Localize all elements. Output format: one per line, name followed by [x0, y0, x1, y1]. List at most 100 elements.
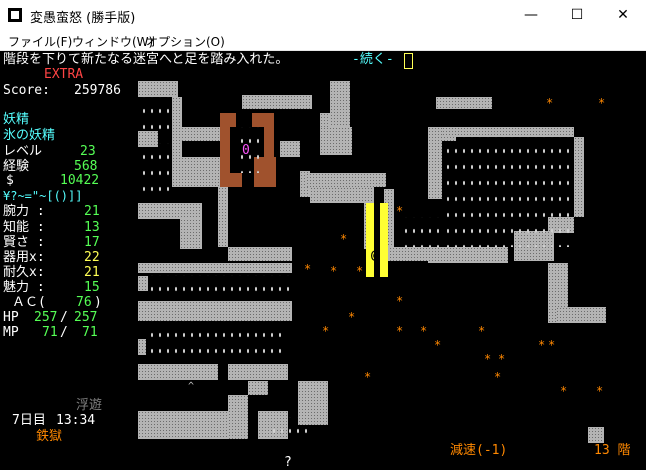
floor	[268, 417, 308, 437]
str-value: 21	[84, 204, 100, 219]
wall	[428, 127, 442, 199]
mp-current: 71	[42, 325, 58, 340]
wall	[280, 141, 300, 157]
mp-max: 71	[82, 325, 98, 340]
chr-value: 15	[84, 280, 100, 295]
game-window: 変愚蛮怒 (勝手版) — ☐ ✕ ファイル(F) ウィンドウ(W) オプション(…	[0, 0, 646, 470]
gold-label: $	[6, 173, 14, 188]
int-label: 知能 :	[3, 220, 45, 235]
levitation-status: 浮遊	[76, 398, 103, 413]
wall	[228, 364, 288, 380]
mineral-vein: *	[304, 262, 312, 276]
wall	[138, 263, 292, 273]
close-icon: ✕	[617, 7, 629, 23]
int-value: 13	[84, 220, 100, 235]
str-label: 腕力 :	[3, 204, 45, 219]
wall	[228, 395, 248, 439]
level-value: 23	[80, 144, 96, 159]
mineral-vein: *	[364, 370, 372, 384]
mineral-vein: *	[434, 338, 442, 352]
mp-slash: /	[60, 325, 68, 340]
dungeon-depth: 13 階	[594, 443, 631, 458]
mineral-vein: *	[478, 324, 486, 338]
app-icon	[8, 8, 22, 22]
lava-tile	[264, 127, 274, 157]
wall	[442, 127, 574, 137]
wall	[574, 137, 584, 217]
floor	[138, 143, 172, 193]
more-prompt: -続く-	[352, 52, 394, 67]
floor	[236, 127, 264, 173]
maximize-button[interactable]: ☐	[554, 0, 600, 30]
wall	[248, 381, 268, 395]
menu-file[interactable]: ファイル(F)	[8, 33, 72, 50]
mp-label: MP	[3, 325, 19, 340]
wis-value: 17	[84, 235, 100, 250]
wall	[172, 157, 220, 187]
wall	[428, 247, 508, 263]
maximize-icon: ☐	[570, 7, 584, 23]
mineral-vein: *	[396, 294, 404, 308]
mineral-vein: *	[322, 324, 330, 338]
mineral-vein: *	[348, 310, 356, 324]
menu-options[interactable]: オプション(O)	[146, 33, 225, 50]
gold-value: 10422	[60, 173, 100, 188]
wall	[172, 127, 222, 141]
con-value: 21	[84, 265, 100, 280]
game-day: 7日目	[12, 413, 46, 428]
dungeon-map: * * * * * * * * * * * * * * * * * * * * …	[138, 81, 646, 470]
wall	[386, 247, 432, 261]
wall	[138, 203, 202, 219]
lava-tile	[252, 113, 274, 127]
mineral-vein: *	[548, 338, 556, 352]
game-time: 13:34	[56, 413, 96, 428]
minimize-button[interactable]: —	[508, 0, 554, 30]
lit-corridor	[366, 203, 374, 277]
wall	[218, 187, 228, 247]
wall	[138, 301, 292, 321]
player-symbol[interactable]: @	[371, 247, 378, 263]
ac-close: )	[94, 295, 102, 310]
mineral-vein: *	[546, 96, 554, 110]
mineral-vein: *	[396, 324, 404, 338]
lit-corridor	[380, 203, 388, 277]
mineral-vein: *	[330, 264, 338, 278]
floor	[146, 321, 286, 361]
wall	[138, 81, 178, 97]
game-terminal[interactable]: 階段を下りて新たなる迷宮へと足を踏み入れた。 -続く- EXTRA Score:…	[0, 51, 646, 470]
equipment-chars: ¥?~="~[()]]	[3, 189, 83, 203]
floor	[138, 97, 172, 131]
close-button[interactable]: ✕	[600, 0, 646, 30]
wall	[556, 307, 606, 323]
mineral-vein: *	[396, 204, 404, 218]
wall	[138, 364, 218, 380]
wall	[138, 339, 146, 355]
mineral-vein: *	[420, 324, 428, 338]
mineral-vein: *	[598, 96, 606, 110]
menu-bar: ファイル(F) ウィンドウ(W) オプション(O)	[0, 30, 646, 51]
trap-symbol[interactable]: ^	[188, 379, 194, 395]
hp-current: 257	[34, 310, 58, 325]
ac-value: 76	[76, 295, 92, 310]
title-bar: 変愚蛮怒 (勝手版) — ☐ ✕	[0, 0, 646, 30]
wall	[180, 219, 202, 249]
wall	[242, 95, 312, 109]
mineral-vein: *	[596, 384, 604, 398]
floor	[146, 275, 292, 299]
menu-window[interactable]: ウィンドウ(W)	[72, 33, 153, 50]
unknown-item-symbol[interactable]: ?	[284, 455, 292, 470]
hp-label: HP	[3, 310, 19, 325]
monster-symbol[interactable]: 0	[242, 143, 250, 159]
mineral-vein: *	[340, 232, 348, 246]
text-cursor	[404, 53, 413, 69]
floor	[442, 137, 574, 247]
mineral-vein: *	[560, 384, 568, 398]
level-label: レベル	[3, 144, 43, 159]
hp-slash: /	[60, 310, 68, 325]
extra-mode-label: EXTRA	[44, 67, 84, 82]
wall	[320, 127, 352, 155]
dex-label: 器用x:	[3, 250, 45, 265]
minimize-icon: —	[524, 7, 538, 23]
lava-tile	[220, 173, 242, 187]
speed-status: 減速(-1)	[450, 443, 508, 458]
